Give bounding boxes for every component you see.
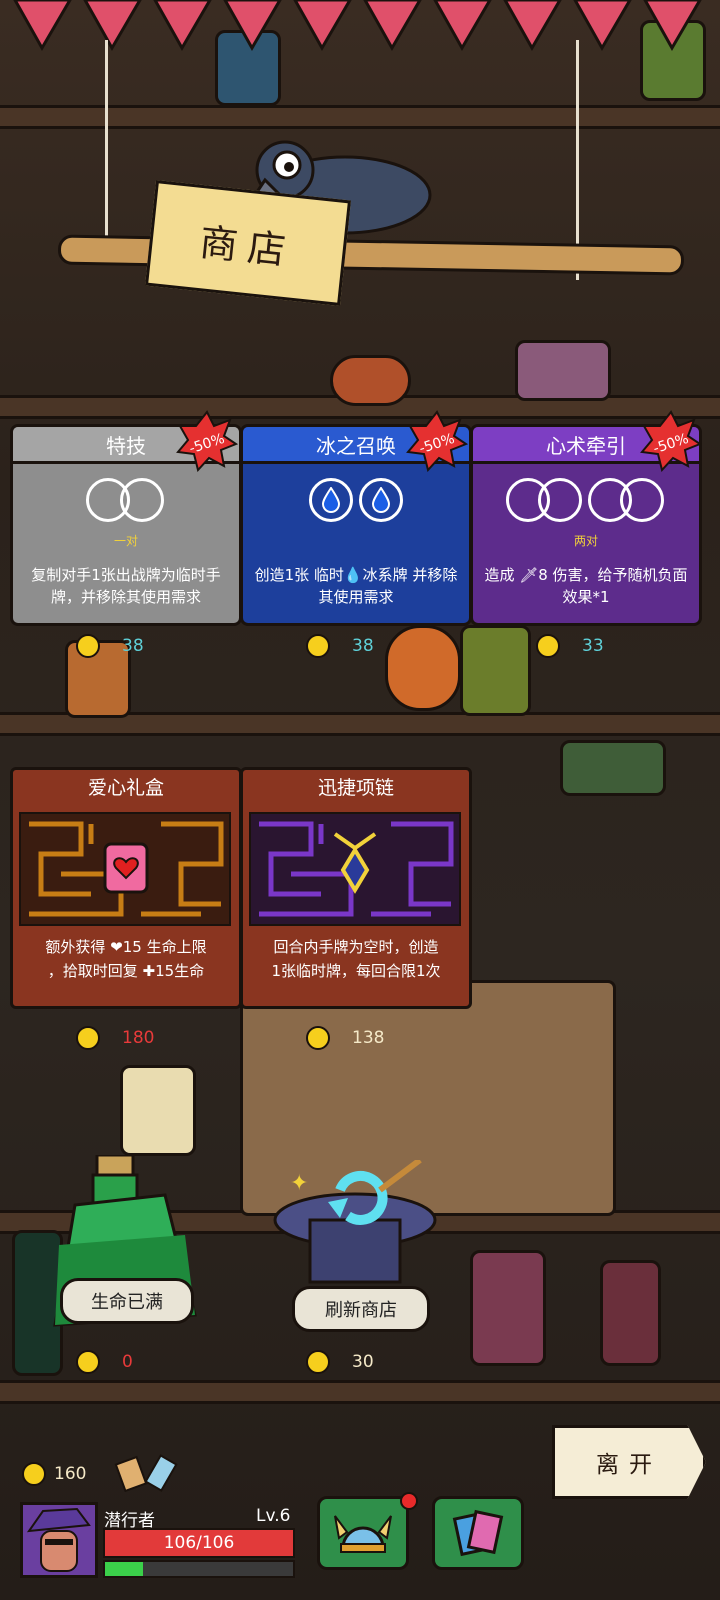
player-gold: 160 <box>22 1462 86 1486</box>
maze-pattern <box>249 812 461 926</box>
skill-card-price: 33 <box>536 634 604 658</box>
refresh-price: 30 <box>306 1350 374 1374</box>
discount-badge: -50% <box>176 410 238 472</box>
gold-coin-icon <box>76 1026 100 1050</box>
discount-badge: -50% <box>640 410 702 472</box>
refresh-shop-button[interactable]: 刷新商店 <box>292 1286 430 1332</box>
relic-title: 爱心礼盒 <box>87 776 164 799</box>
price-value: 33 <box>582 636 604 656</box>
skill-card-body: 创造1张 临时💧冰系牌 并移除其使用需求 <box>243 464 469 623</box>
gold-coin-icon <box>22 1462 46 1486</box>
price-value: 180 <box>122 1028 155 1048</box>
rogue-portrait-icon <box>26 1507 91 1572</box>
skill-card-price: 38 <box>306 634 374 658</box>
relic-description-line: 1张临时牌，每回合限1次 <box>271 962 441 980</box>
price-value: 38 <box>352 636 374 656</box>
skill-card-title: 特技 <box>106 433 146 458</box>
water-drop-icon <box>359 478 403 522</box>
skill-card-requirement: 两对 <box>573 534 598 548</box>
skill-card-price: 38 <box>76 634 144 658</box>
xp-bar-fill <box>105 1562 143 1576</box>
dice-slots <box>13 478 239 522</box>
price-value: 0 <box>122 1352 133 1372</box>
necklace-icon <box>340 846 370 894</box>
gold-coin-icon <box>76 634 100 658</box>
skill-card-body: 一对 复制对手1张出战牌为临时手牌，并移除其使用需求 <box>13 464 239 623</box>
relic-price: 138 <box>306 1026 384 1050</box>
pair-slot-icon <box>86 478 166 522</box>
skill-card-description: 复制对手1张出战牌为临时手牌，并移除其使用需求 <box>31 566 221 606</box>
gold-coin-icon <box>306 634 330 658</box>
consumable-items-icon[interactable] <box>114 1452 184 1492</box>
leave-button[interactable]: 离开 <box>552 1425 706 1499</box>
relic-description: 额外获得 ❤15 生命上限 ，拾取时回复 ✚15生命 <box>19 935 233 983</box>
relic-card-2[interactable]: 迅捷项链 回合内手牌为空时，创造 1张临时牌，每回合限1次 <box>240 767 472 1009</box>
gold-coin-icon <box>306 1350 330 1374</box>
viking-helmet-icon <box>334 1515 392 1553</box>
relic-title: 迅捷项链 <box>317 776 394 799</box>
relic-header: 迅捷项链 <box>243 770 469 802</box>
relic-description-line: 额外获得 ❤15 生命上限 <box>45 938 207 956</box>
relic-price: 180 <box>76 1026 154 1050</box>
shop-title: 商店 <box>197 219 298 274</box>
discount-badge: -50% <box>406 410 468 472</box>
hp-bar: 106/106 <box>103 1528 295 1558</box>
price-value: 138 <box>352 1028 385 1048</box>
magic-hat-refresh-icon: ✦ <box>273 1160 437 1284</box>
bunting-decoration <box>13 0 702 52</box>
svg-text:✦: ✦ <box>290 1171 308 1196</box>
dice-slots <box>473 478 699 522</box>
deck-button[interactable] <box>432 1496 524 1570</box>
gold-coin-icon <box>76 1350 100 1374</box>
price-value: 30 <box>352 1352 374 1372</box>
skill-card-description: 造成 🗡8 伤害，给予随机负面效果*1 <box>484 566 688 606</box>
water-drop-icon <box>309 478 353 522</box>
equipment-button[interactable] <box>317 1496 409 1570</box>
relic-card-1[interactable]: 爱心礼盒 额外获得 ❤15 生命上限 ，拾取时回复 ✚15生命 <box>10 767 242 1009</box>
relic-description-line: ，拾取时回复 ✚15生命 <box>47 962 205 980</box>
player-level: Lv.6 <box>256 1506 291 1526</box>
gold-coin-icon <box>536 634 560 658</box>
skill-card-title: 心术牵引 <box>546 433 626 458</box>
skill-card-body: 两对 造成 🗡8 伤害，给予随机负面效果*1 <box>473 464 699 623</box>
rope-left <box>105 40 108 250</box>
relic-description-line: 回合内手牌为空时，创造 <box>273 938 439 956</box>
xp-bar <box>103 1560 295 1578</box>
skill-card-title: 冰之召唤 <box>316 433 396 458</box>
heal-button[interactable]: 生命已满 <box>60 1278 194 1324</box>
shop-sign: 商店 <box>144 180 352 306</box>
gold-value: 160 <box>54 1464 87 1484</box>
heal-price: 0 <box>76 1350 133 1374</box>
maze-pattern <box>19 812 231 926</box>
hp-text: 106/106 <box>163 1533 235 1553</box>
refresh-label: 刷新商店 <box>325 1300 397 1321</box>
gold-coin-icon <box>306 1026 330 1050</box>
pair-slot-icon <box>588 478 666 522</box>
dice-slots <box>243 478 469 522</box>
card-deck-icon <box>452 1509 504 1557</box>
player-avatar[interactable] <box>20 1502 98 1578</box>
heal-label: 生命已满 <box>91 1292 163 1313</box>
price-value: 38 <box>122 636 144 656</box>
skill-card-description: 创造1张 临时💧冰系牌 并移除其使用需求 <box>254 566 458 606</box>
leave-label: 离开 <box>596 1452 662 1478</box>
relic-description: 回合内手牌为空时，创造 1张临时牌，每回合限1次 <box>249 935 463 983</box>
skill-card-requirement: 一对 <box>113 534 138 548</box>
notification-dot <box>400 1492 418 1510</box>
relic-header: 爱心礼盒 <box>13 770 239 802</box>
pair-slot-icon <box>506 478 584 522</box>
